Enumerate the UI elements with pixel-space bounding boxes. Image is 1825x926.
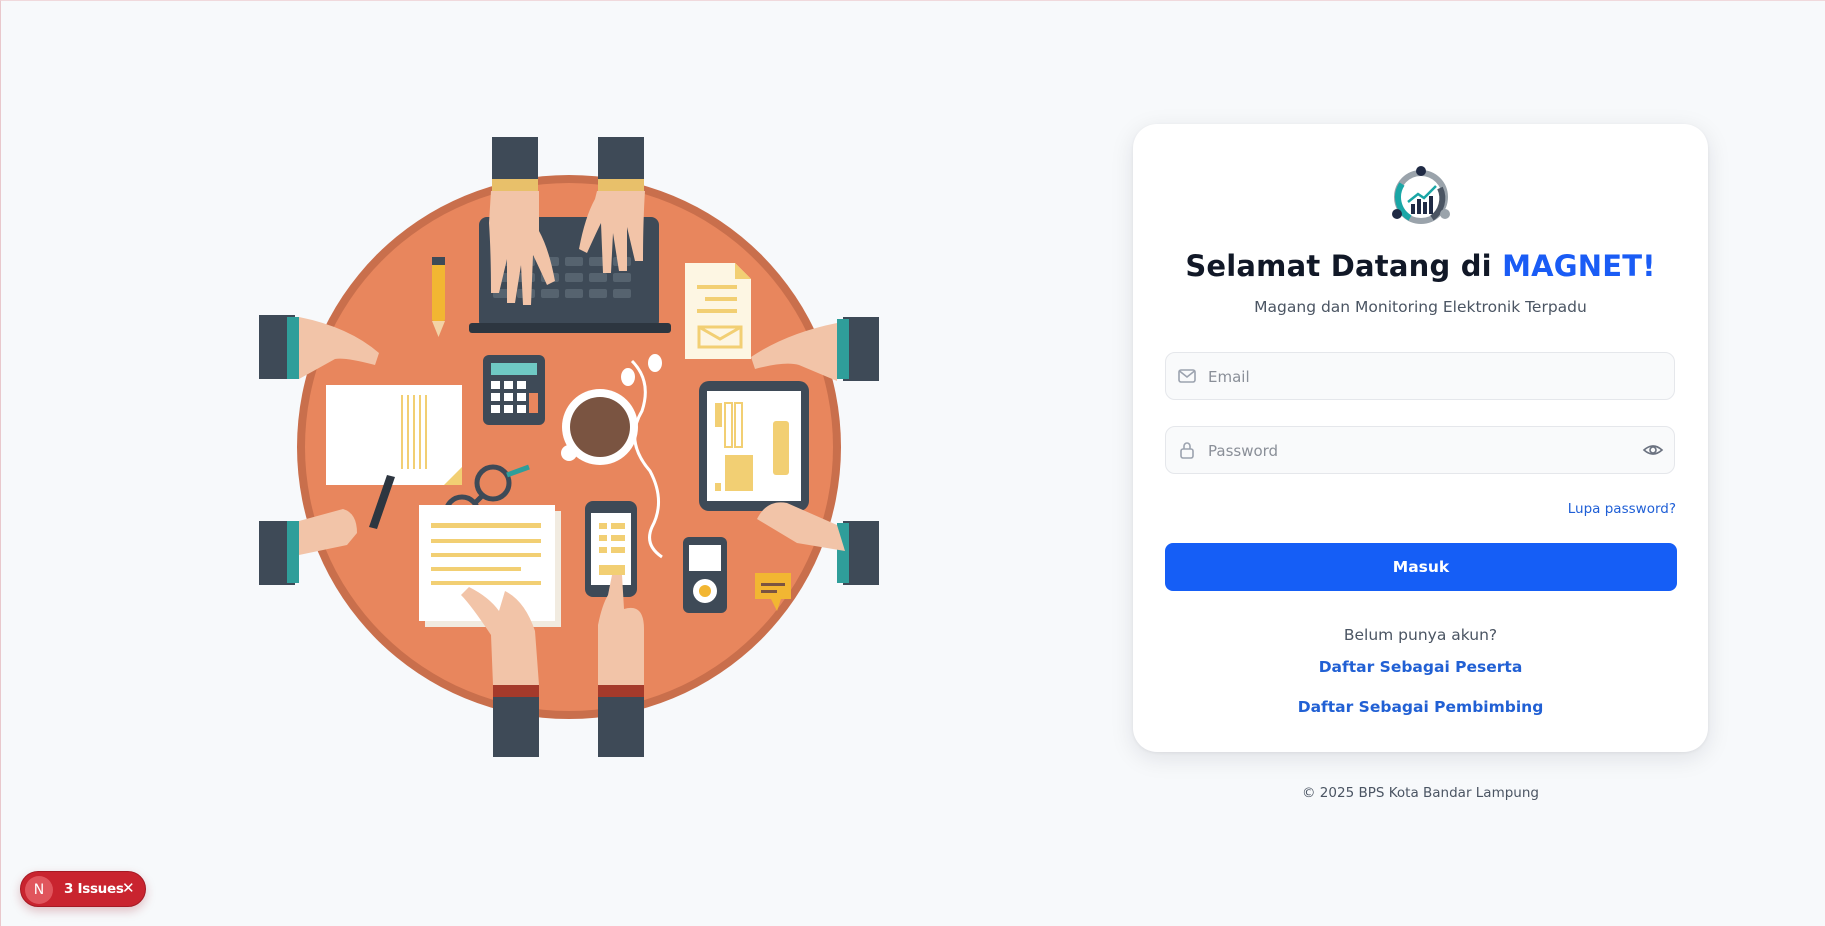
- register-mentor-link[interactable]: Daftar Sebagai Pembimbing: [1133, 698, 1708, 716]
- title-prefix: Selamat Datang di: [1185, 249, 1503, 283]
- team-meeting-illustration-graphic: [259, 137, 879, 757]
- nextjs-logo-icon[interactable]: N: [25, 876, 53, 904]
- no-account-text: Belum punya akun?: [1343, 626, 1498, 644]
- password-field: [1165, 426, 1675, 475]
- page-title: Selamat Datang di MAGNET!: [1133, 249, 1708, 283]
- eye-icon[interactable]: [1642, 440, 1664, 460]
- close-icon[interactable]: ✕: [122, 879, 135, 897]
- page-subtitle: Magang dan Monitoring Elektronik Terpadu: [1254, 298, 1587, 316]
- email-input[interactable]: [1206, 353, 1630, 401]
- password-input[interactable]: [1206, 427, 1630, 475]
- dev-issues-badge[interactable]: N 3 Issues ✕: [20, 871, 146, 907]
- lock-icon: [1180, 442, 1194, 459]
- magnet-logo: [1392, 166, 1450, 224]
- login-card: Selamat Datang di MAGNET! Magang dan Mon…: [1133, 124, 1708, 752]
- footer-copyright: © 2025 BPS Kota Bandar Lampung: [1302, 785, 1539, 801]
- team-meeting-illustration: [259, 137, 879, 757]
- mail-icon: [1178, 369, 1196, 383]
- brand-name: MAGNET!: [1502, 249, 1656, 283]
- email-field: [1165, 352, 1675, 401]
- forgot-password-link[interactable]: Lupa password?: [1568, 501, 1676, 517]
- login-button[interactable]: Masuk: [1165, 543, 1677, 591]
- register-participant-link[interactable]: Daftar Sebagai Peserta: [1133, 658, 1708, 676]
- issues-count-label[interactable]: 3 Issues: [64, 881, 124, 897]
